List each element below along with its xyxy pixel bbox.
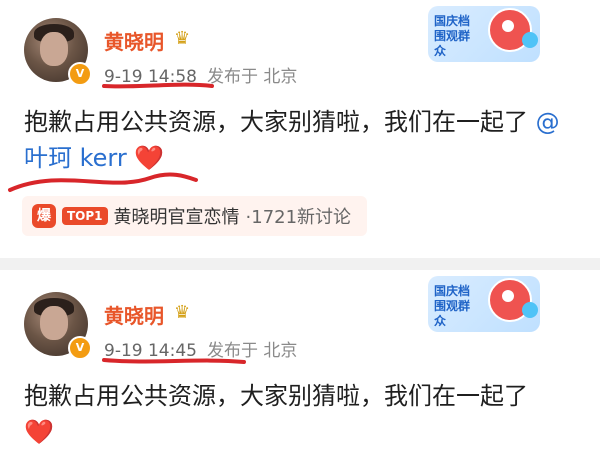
post-source: 发布于 北京 — [206, 341, 298, 361]
post-content: 抱歉占用公共资源，大家别猜啦，我们在一起了 ❤️ — [24, 378, 576, 450]
post-text: 抱歉占用公共资源，大家别猜啦，我们在一起了 — [24, 108, 528, 136]
promo-banner[interactable]: 国庆档围观群众 — [428, 6, 540, 62]
promo-banner-text: 国庆档围观群众 — [434, 284, 471, 328]
heart-icon: ❤️ — [134, 144, 165, 172]
promo-banner[interactable]: 国庆档围观群众 — [428, 276, 540, 332]
post-time: 9-19 14:58 — [104, 67, 197, 87]
post-text: 抱歉占用公共资源，大家别猜啦，我们在一起了 — [24, 382, 528, 410]
weibo-post-1: V 黄晓明 ♛ 9-19 14:58 发布于 北京 国庆档围观群众 抱歉占用公共资… — [0, 0, 600, 258]
hot-badge-icon: 爆 — [32, 204, 56, 228]
crown-icon: ♛ — [174, 302, 191, 323]
post-source: 发布于 北京 — [206, 67, 298, 87]
weibo-post-2: V 黄晓明 ♛ 9-19 14:45 发布于 北京 国庆档围观群众 抱歉占用公共资… — [0, 270, 600, 449]
hot-topic-chip[interactable]: 爆 TOP1 黄晓明官宣恋情 ·1721新讨论 — [22, 196, 368, 236]
post-meta: 9-19 14:45 发布于 北京 — [104, 336, 297, 361]
post-meta: 9-19 14:58 发布于 北京 — [104, 62, 297, 87]
post-divider — [0, 258, 600, 270]
vip-badge-icon: V — [68, 62, 92, 86]
post-content: 抱歉占用公共资源，大家别猜啦，我们在一起了 @叶珂 kerr ❤️ — [24, 104, 576, 176]
hot-topic-count: ·1721新讨论 — [245, 207, 352, 228]
vip-badge-icon: V — [68, 336, 92, 360]
author-name[interactable]: 黄晓明 — [104, 26, 164, 55]
hot-topic-title: 黄晓明官宣恋情 — [113, 207, 240, 228]
heart-icon: ❤️ — [24, 418, 54, 446]
promo-banner-text: 国庆档围观群众 — [434, 14, 471, 58]
author-name[interactable]: 黄晓明 — [104, 300, 164, 329]
crown-icon: ♛ — [174, 28, 191, 49]
hot-rank-label: TOP1 — [62, 207, 108, 225]
post-time: 9-19 14:45 — [104, 341, 197, 361]
